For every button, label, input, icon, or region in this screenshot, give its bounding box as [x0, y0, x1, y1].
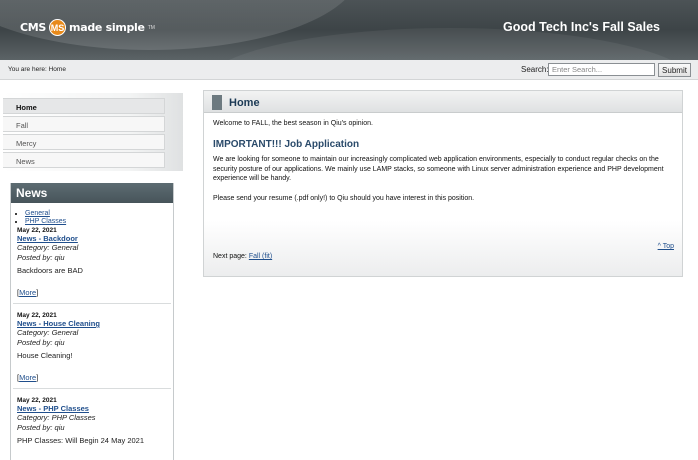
news-more-wrapper: [More] — [17, 288, 39, 297]
news-date: May 22, 2021 — [17, 312, 57, 319]
news-more-link[interactable]: More — [19, 288, 36, 297]
job-description: We are looking for someone to maintain o… — [213, 156, 664, 182]
logo-text-left: CMS — [20, 21, 47, 34]
sidebar-item-fall[interactable]: Fall — [3, 116, 165, 132]
job-apply-text: Please send your resume (.pdf only!) to … — [213, 195, 475, 202]
main-content: Home Welcome to FALL, the best season in… — [203, 90, 683, 277]
back-to-top-link[interactable]: ^ Top — [658, 243, 674, 250]
site-title: Good Tech Inc's Fall Sales — [503, 20, 660, 34]
search-submit-button[interactable]: Submit — [658, 63, 691, 77]
job-heading: IMPORTANT!!! Job Application — [213, 139, 360, 150]
news-date: May 22, 2021 — [17, 397, 57, 404]
site-header: CMS MS made simple TM Good Tech Inc's Fa… — [0, 0, 698, 60]
news-author: Posted by: qiu — [17, 423, 65, 432]
logo-badge-icon: MS — [49, 19, 67, 36]
news-title-link[interactable]: News - PHP Classes — [17, 404, 167, 413]
news-category: Category: General — [17, 328, 79, 337]
breadcrumb: You are here: Home — [8, 66, 66, 73]
news-category: Category: PHP Classes — [17, 413, 96, 422]
news-category-item: General — [25, 210, 173, 218]
news-divider — [13, 388, 171, 389]
sidebar-item-news[interactable]: News — [3, 152, 165, 168]
sidebar-item-mercy[interactable]: Mercy — [3, 134, 165, 150]
sidebar-item-home[interactable]: Home — [3, 98, 165, 114]
page-title: Home — [229, 97, 260, 109]
news-category: Category: General — [17, 243, 79, 252]
news-author: Posted by: qiu — [17, 338, 65, 347]
logo-text-right: made simple — [69, 21, 145, 34]
breadcrumb-bar: You are here: Home Search: Submit — [0, 60, 698, 80]
news-category-list: General PHP Classes — [11, 210, 173, 226]
logo-trademark: TM — [147, 24, 155, 31]
next-page-link[interactable]: Fall (fit) — [249, 253, 272, 260]
title-accent-bar — [212, 95, 222, 110]
news-item: May 22, 2021 News - Backdoor Category: G… — [11, 227, 173, 297]
news-divider — [13, 303, 171, 304]
news-category-link[interactable]: PHP Classes — [25, 218, 66, 225]
next-page: Next page: Fall (fit) — [213, 253, 272, 260]
intro-text: Welcome to FALL, the best season in Qiu'… — [213, 120, 373, 127]
news-more-wrapper: [More] — [17, 373, 39, 382]
news-panel: News General PHP Classes May 22, 2021 Ne… — [10, 183, 174, 460]
news-more-link[interactable]: More — [19, 373, 36, 382]
search-label: Search: — [521, 65, 549, 74]
news-item: May 22, 2021 News - House Cleaning Categ… — [11, 312, 173, 382]
news-item: May 22, 2021 News - PHP Classes Category… — [11, 397, 173, 445]
news-heading: News — [11, 183, 173, 203]
news-date: May 22, 2021 — [17, 227, 57, 234]
news-summary: House Cleaning! — [17, 351, 73, 360]
news-category-item: PHP Classes — [25, 218, 173, 226]
next-page-label: Next page: — [213, 253, 247, 260]
news-summary: PHP Classes: Will Begin 24 May 2021 — [17, 436, 145, 445]
news-author: Posted by: qiu — [17, 253, 65, 262]
news-title-link[interactable]: News - House Cleaning — [17, 319, 167, 328]
news-category-link[interactable]: General — [25, 210, 50, 217]
search-input[interactable] — [548, 63, 655, 76]
content-header: Home — [204, 91, 682, 113]
news-title-link[interactable]: News - Backdoor — [17, 234, 167, 243]
news-summary: Backdoors are BAD — [17, 266, 83, 275]
cms-logo[interactable]: CMS MS made simple TM — [20, 19, 155, 36]
